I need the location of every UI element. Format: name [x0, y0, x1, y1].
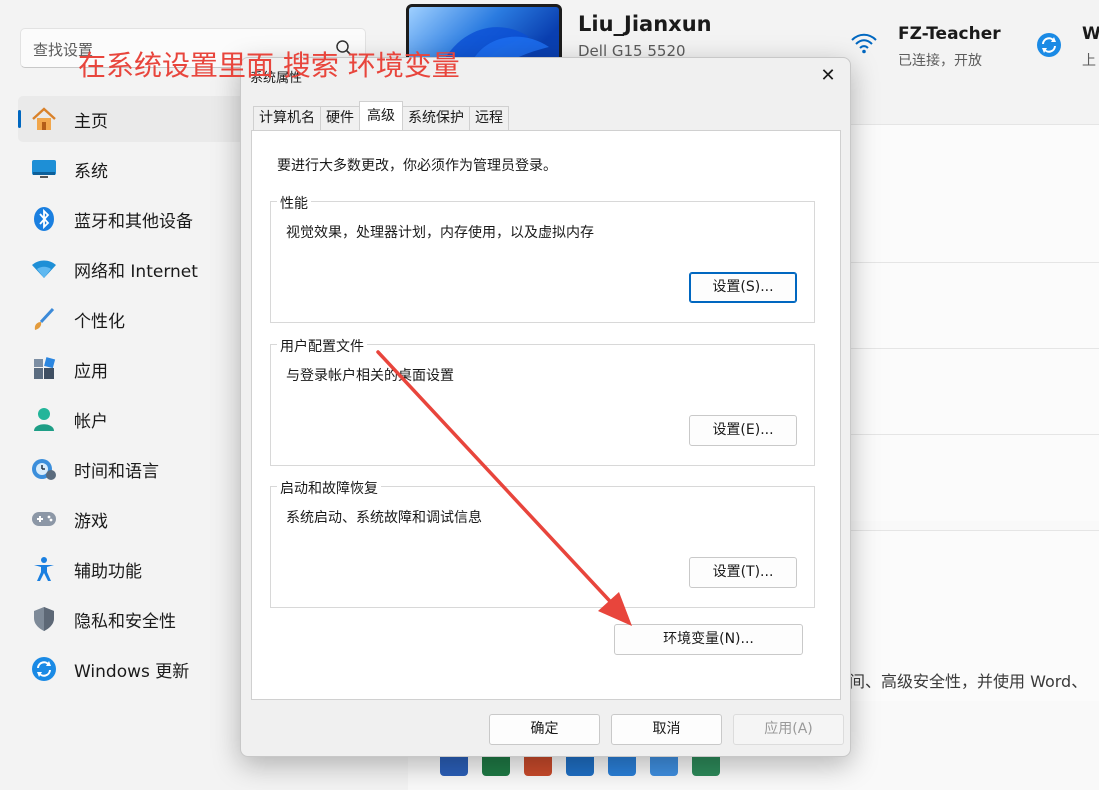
profile-name: Liu_Jianxun	[578, 12, 712, 36]
tab-advanced[interactable]: 高级	[359, 101, 403, 130]
network-status: 已连接，开放	[898, 53, 982, 69]
startup-recovery-group: 启动和故障恢复 系统启动、系统故障和调试信息 设置(T)...	[270, 478, 815, 608]
apps-icon	[30, 355, 58, 383]
tab-computer-name[interactable]: 计算机名	[253, 106, 321, 130]
update-icon	[30, 655, 58, 683]
wifi-icon	[30, 255, 58, 283]
environment-variables-button[interactable]: 环境变量(N)...	[614, 624, 803, 655]
performance-settings-button[interactable]: 设置(S)...	[689, 272, 797, 303]
nav-item-system[interactable]: 系统	[18, 146, 248, 192]
nav-item-accessibility[interactable]: 辅助功能	[18, 546, 248, 592]
nav-item-label: 应用	[74, 361, 108, 382]
nav-item-bluetooth[interactable]: 蓝牙和其他设备	[18, 196, 248, 242]
nav-item-gaming[interactable]: 游戏	[18, 496, 248, 542]
nav-item-apps[interactable]: 应用	[18, 346, 248, 392]
user-profiles-desc: 与登录帐户相关的桌面设置	[286, 368, 454, 384]
apply-button[interactable]: 应用(A)	[733, 714, 844, 745]
startup-recovery-desc: 系统启动、系统故障和调试信息	[286, 510, 482, 526]
instruction-annotation: 在系统设置里面 搜索 环境变量	[78, 49, 460, 82]
main-card-3	[849, 348, 1099, 435]
startup-recovery-title: 启动和故障恢复	[277, 478, 381, 498]
wifi-icon	[851, 33, 877, 54]
bluetooth-icon	[30, 205, 58, 233]
update-icon	[1037, 33, 1061, 57]
startup-recovery-settings-button[interactable]: 设置(T)...	[689, 557, 797, 588]
admin-note: 要进行大多数更改，你必须作为管理员登录。	[277, 158, 557, 174]
nav-item-home[interactable]: 主页	[18, 96, 248, 142]
system-properties-dialog: 系统属性 ✕ 计算机名 硬件 高级 系统保护 远程 要进行大多数更改，你必须作为…	[240, 57, 851, 757]
clock-globe-icon	[30, 455, 58, 483]
performance-group: 性能 视觉效果，处理器计划，内存使用，以及虚拟内存 设置(S)...	[270, 193, 815, 323]
brush-icon	[30, 305, 58, 333]
monitor-icon	[30, 155, 58, 183]
nav-item-label: 辅助功能	[74, 561, 142, 582]
nav-item-label: 个性化	[74, 311, 125, 332]
nav-item-network[interactable]: 网络和 Internet	[18, 246, 248, 292]
settings-sidebar: 主页 系统 蓝牙和其他设备 网络和 Internet 个性化 应用 帐户 时间和…	[18, 96, 248, 696]
performance-title: 性能	[277, 193, 311, 213]
user-profiles-title: 用户配置文件	[277, 336, 367, 356]
home-icon	[30, 105, 58, 133]
windows-update-status: 上	[1082, 53, 1096, 69]
tab-remote[interactable]: 远程	[469, 106, 509, 130]
nav-item-personalization[interactable]: 个性化	[18, 296, 248, 342]
nav-item-label: 系统	[74, 161, 108, 182]
performance-desc: 视觉效果，处理器计划，内存使用，以及虚拟内存	[286, 225, 594, 241]
office-promo-text: 间、高级安全性，并使用 Word、	[849, 672, 1088, 691]
nav-item-label: Windows 更新	[74, 661, 190, 682]
nav-item-windows-update[interactable]: Windows 更新	[18, 646, 248, 692]
dialog-tabs: 计算机名 硬件 高级 系统保护 远程	[253, 101, 509, 130]
advanced-tab-page: 要进行大多数更改，你必须作为管理员登录。 性能 视觉效果，处理器计划，内存使用，…	[251, 130, 841, 700]
main-card-2	[849, 262, 1099, 349]
tab-system-protection[interactable]: 系统保护	[402, 106, 470, 130]
shield-icon	[30, 605, 58, 633]
nav-item-label: 主页	[74, 111, 108, 132]
accessibility-icon	[30, 555, 58, 583]
windows-update-title[interactable]: W	[1082, 24, 1099, 44]
nav-item-accounts[interactable]: 帐户	[18, 396, 248, 442]
gamepad-icon	[30, 505, 58, 533]
nav-item-label: 隐私和安全性	[74, 611, 176, 632]
main-card-4	[849, 434, 1099, 521]
nav-item-label: 游戏	[74, 511, 108, 532]
nav-item-label: 帐户	[74, 411, 108, 432]
main-card-1	[849, 124, 1099, 263]
nav-item-label: 网络和 Internet	[74, 261, 198, 282]
tab-hardware[interactable]: 硬件	[320, 106, 360, 130]
nav-item-label: 时间和语言	[74, 461, 159, 482]
nav-item-label: 蓝牙和其他设备	[74, 211, 193, 232]
nav-item-privacy[interactable]: 隐私和安全性	[18, 596, 248, 642]
network-name[interactable]: FZ-Teacher	[898, 24, 1001, 44]
nav-item-time-language[interactable]: 时间和语言	[18, 446, 248, 492]
close-icon[interactable]: ✕	[816, 64, 840, 88]
user-profiles-settings-button[interactable]: 设置(E)...	[689, 415, 797, 446]
cancel-button[interactable]: 取消	[611, 714, 722, 745]
user-profiles-group: 用户配置文件 与登录帐户相关的桌面设置 设置(E)...	[270, 336, 815, 466]
ok-button[interactable]: 确定	[489, 714, 600, 745]
account-icon	[30, 405, 58, 433]
